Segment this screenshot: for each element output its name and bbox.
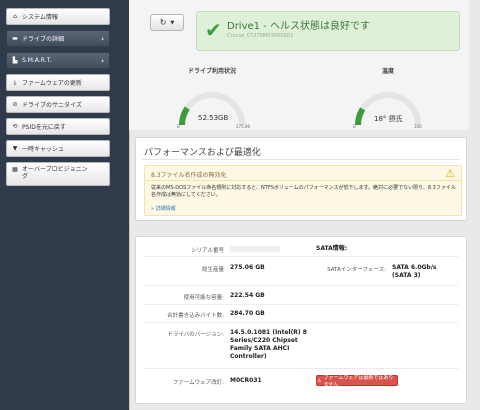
gauge-max: 100 — [414, 124, 422, 129]
sata-interface-value: SATA 6.0Gb/s (SATA 3) — [392, 264, 437, 279]
health-title: Drive1 - ヘルス状態は良好です — [227, 21, 370, 32]
gauge-max: 275.06 — [236, 124, 250, 129]
sidebar-item-label: ドライブのサニタイズ — [22, 102, 82, 109]
checkmark-icon: ✔ — [205, 18, 222, 42]
available-capacity-label: 使用可能な容量: — [183, 295, 224, 301]
chevron-right-icon: › — [101, 56, 104, 65]
sidebar-item-firmware-update[interactable]: ⤓ ファームウェアの更新 — [6, 74, 110, 91]
divider — [144, 285, 458, 286]
chart-icon: ▙ — [12, 57, 18, 64]
download-icon: ⤓ — [13, 78, 17, 86]
sidebar-item-label: S.M.A.R.T. — [22, 57, 52, 64]
warning-title: 8.3ファイル名作成の無効化 — [151, 172, 227, 179]
sidebar-item-cache[interactable]: ▼ 一時キャッシュ — [6, 140, 110, 157]
sidebar-item-label: ファームウェアの更新 — [22, 80, 82, 87]
serial-label: シリアル番号 — [191, 248, 224, 254]
divider — [142, 159, 460, 160]
psid-icon: ⟲ — [12, 123, 18, 130]
driver-version-label: ドライバのバージョン: — [167, 332, 224, 338]
capacity-label: 総生産量 — [201, 267, 224, 273]
gauge-value: 18° 摂氏 — [374, 115, 403, 123]
health-status-banner: ✔ Drive1 - ヘルス状態は良好です Crucial_CT275MX300… — [196, 11, 460, 51]
driver-version-value: 14.5.0.1081 (Intel(R) 8 Series/C220 Chip… — [230, 329, 307, 360]
grid-icon: ▦ — [12, 166, 18, 173]
details-link[interactable]: » 詳細情報 — [151, 205, 176, 212]
divider — [145, 180, 461, 181]
sidebar-item-sanitize[interactable]: ⊘ ドライブのサニタイズ — [6, 96, 110, 113]
drive-usage-gauge: ドライブ利用状況 52.53GB 0 275.06 — [172, 66, 252, 131]
divider — [144, 256, 458, 257]
refresh-dropdown-button[interactable]: ↻ ▼ — [150, 14, 184, 31]
sidebar-item-smart[interactable]: ▙ S.M.A.R.T. › — [6, 52, 110, 69]
sidebar-item-label: オーバープロビジョニング — [22, 166, 88, 180]
sidebar-item-label: 一時キャッシュ — [22, 146, 65, 153]
sidebar-item-overprovisioning[interactable]: ▦ オーバープロビジョニング — [6, 162, 110, 186]
sata-interface-label: SATAインターフェース: — [327, 267, 386, 273]
gauge-value: 52.53GB — [198, 114, 229, 122]
warning-alert: 8.3ファイル名作成の無効化 ⚠ 従来のMS-DOSファイル命名規則に対応すると… — [144, 165, 462, 216]
warning-body: 従来のMS-DOSファイル命名規則に対応すると、NTFSボリュームのパフォーマン… — [151, 185, 456, 198]
refresh-icon: ↻ — [159, 18, 167, 27]
warning-icon: ⚠ — [317, 377, 322, 384]
serial-value-redacted — [230, 246, 280, 252]
gauge-min: 0 — [177, 124, 180, 129]
drive-model: Crucial_CT275MX300SSD1 — [227, 33, 294, 39]
divider — [144, 322, 458, 323]
firmware-button-label: ファームウェアは最新ではありません — [323, 374, 394, 388]
sanitize-icon: ⊘ — [12, 101, 18, 108]
divider — [144, 368, 458, 369]
sidebar-item-label: システム情報 — [22, 14, 58, 21]
home-icon: ⌂ — [13, 13, 17, 20]
gauge-label: ドライブ利用状況 — [187, 68, 236, 75]
temperature-gauge: 温度 18° 摂氏 0 100 — [348, 66, 428, 131]
sidebar-item-drive-details[interactable]: ▬ ドライブの詳細 › — [6, 30, 110, 47]
usage-gauge-arc — [179, 92, 245, 126]
total-written-label: 合計書き込みバイト数: — [167, 313, 224, 319]
drive-info-panel: シリアル番号 SATA情報: 総生産量 275.06 GB SATAインターフェ… — [135, 236, 467, 404]
caret-down-icon: ▼ — [170, 19, 175, 26]
gauge-label: 温度 — [381, 68, 394, 75]
performance-panel: パフォーマンスおよび最適化 8.3ファイル名作成の無効化 ⚠ 従来のMS-DOS… — [135, 137, 467, 221]
filter-icon: ▼ — [12, 145, 18, 152]
warning-icon: ⚠ — [445, 167, 455, 180]
firmware-revision-label: ファームウェア改訂: — [172, 380, 224, 386]
divider — [144, 304, 458, 305]
sidebar-item-label: PSIDを元に戻す — [22, 124, 66, 131]
performance-heading: パフォーマンスおよび最適化 — [144, 148, 261, 158]
sidebar-item-psid-revert[interactable]: ⟲ PSIDを元に戻す — [6, 118, 110, 135]
gauge-min: 0 — [353, 124, 356, 129]
available-capacity-value: 222.54 GB — [230, 292, 265, 299]
sidebar: ⌂ システム情報 ▬ ドライブの詳細 › ▙ S.M.A.R.T. › ⤓ ファ… — [6, 8, 110, 191]
firmware-outdated-button[interactable]: ⚠ ファームウェアは最新ではありません — [316, 374, 398, 388]
total-written-value: 284.70 GB — [230, 310, 265, 317]
sata-info-label: SATA情報: — [316, 245, 348, 252]
drive-icon: ▬ — [12, 35, 18, 42]
sidebar-item-label: ドライブの詳細 — [22, 36, 65, 43]
firmware-revision-value: M0CR031 — [230, 377, 262, 384]
chevron-right-icon: › — [101, 34, 104, 43]
sidebar-item-system-info[interactable]: ⌂ システム情報 — [6, 8, 110, 25]
capacity-value: 275.06 GB — [230, 264, 265, 271]
